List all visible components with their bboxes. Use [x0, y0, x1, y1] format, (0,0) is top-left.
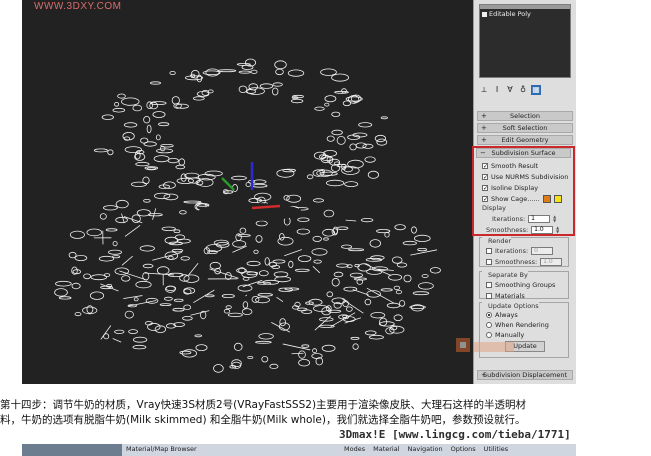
- modifier-item-label: Editable Poly: [489, 10, 531, 18]
- material-editor-menubar: Modes Material Navigation Options Utilit…: [344, 445, 508, 453]
- show-end-result-icon[interactable]: Ⅰ: [492, 85, 502, 95]
- display-smoothness-row: Smoothness: 1.0 ▲ ▼: [486, 224, 561, 234]
- modifier-item-editable-poly[interactable]: Editable Poly: [480, 9, 570, 19]
- subdivision-surface-highlight: − Subdivision Surface ✓ Smooth Result ✓ …: [472, 146, 575, 236]
- checkbox-checked-icon: ✓: [482, 184, 489, 192]
- render-group: Render Iterations: 0 Smoothness: 1.0: [479, 237, 569, 267]
- watermark-top: WWW.3DXY.COM: [34, 1, 122, 12]
- display-iterations-row: Iterations: 1 ▲ ▼: [492, 213, 558, 223]
- article-caption: 第十四步：调节牛奶的材质，Vray快速3S材质2号(VRayFastSSS2)主…: [0, 398, 651, 428]
- cage-color-swatch-2[interactable]: [553, 194, 562, 203]
- render-iterations-spinner[interactable]: 0: [531, 246, 554, 255]
- expand-icon: +: [481, 112, 487, 120]
- checkbox-unchecked-icon: [486, 281, 492, 288]
- make-unique-icon[interactable]: ∀: [505, 85, 515, 95]
- strip-dark-area: [22, 444, 122, 456]
- material-browser-title: Material/Map Browser: [126, 445, 197, 453]
- show-cage-checkbox[interactable]: ✓ Show Cage......: [478, 193, 573, 204]
- rollout-selection[interactable]: + Selection: [477, 111, 573, 121]
- update-always-radio[interactable]: Always: [480, 310, 549, 320]
- isoline-display-checkbox[interactable]: ✓ Isoline Display: [478, 182, 573, 193]
- radio-unselected-icon: [486, 322, 492, 328]
- perspective-viewport[interactable]: [22, 0, 473, 384]
- display-iterations-spinner[interactable]: 1: [528, 214, 551, 223]
- separate-by-group: Separate By Smoothing Groups Materials: [479, 271, 569, 301]
- render-iterations-row: Iterations: 0: [482, 245, 562, 256]
- rollout-soft-selection[interactable]: + Soft Selection: [477, 123, 573, 133]
- spinner-arrows-icon[interactable]: ▲ ▼: [553, 214, 558, 223]
- rollout-subdivision-surface[interactable]: − Subdivision Surface: [476, 148, 571, 158]
- expand-icon: +: [481, 371, 487, 379]
- menu-navigation[interactable]: Navigation: [408, 445, 443, 453]
- render-smoothness-row: Smoothness: 1.0: [482, 256, 563, 267]
- stack-toolbar: ⟂ Ⅰ ∀ ♁ ▦: [479, 84, 571, 96]
- radio-selected-icon: [486, 312, 492, 318]
- rollout-subdivision-displacement[interactable]: + Subdivision Displacement: [477, 370, 573, 380]
- display-group-label: Display: [482, 204, 506, 212]
- materials-checkbox[interactable]: Materials: [482, 290, 555, 301]
- watermark-bottom: 3Dmax!E [www.lingcg.com/tieba/1771]: [339, 428, 571, 441]
- collapse-icon: −: [480, 149, 486, 157]
- checkbox-checked-icon: ✓: [482, 173, 489, 181]
- checkbox-checked-icon: ✓: [482, 195, 489, 203]
- render-iterations-checkbox[interactable]: [486, 247, 492, 254]
- menu-material[interactable]: Material: [373, 445, 399, 453]
- spinner-arrows-icon[interactable]: ▲ ▼: [556, 225, 561, 234]
- use-nurms-checkbox[interactable]: ✓ Use NURMS Subdivision: [478, 171, 573, 182]
- wireframe-mesh: [54, 58, 441, 373]
- configure-sets-icon[interactable]: ▦: [531, 85, 541, 95]
- caption-line-1: 第十四步：调节牛奶的材质，Vray快速3S材质2号(VRayFastSSS2)主…: [0, 399, 527, 411]
- rollout-edit-geometry[interactable]: + Edit Geometry: [477, 135, 573, 145]
- smoothing-groups-checkbox[interactable]: Smoothing Groups: [482, 279, 555, 290]
- caption-line-2: 料，牛奶的选项有脱脂牛奶(Milk skimmed) 和全脂牛奶(Milk wh…: [0, 414, 526, 426]
- render-smoothness-spinner[interactable]: 1.0: [540, 257, 563, 266]
- render-smoothness-checkbox[interactable]: [486, 258, 492, 265]
- remove-modifier-icon[interactable]: ♁: [518, 85, 528, 95]
- menu-options[interactable]: Options: [451, 445, 476, 453]
- pin-stack-icon[interactable]: ⟂: [479, 85, 489, 95]
- modifier-stack[interactable]: Editable Poly: [479, 4, 571, 78]
- checkbox-checked-icon: ✓: [482, 162, 489, 170]
- expand-icon: +: [481, 136, 487, 144]
- smooth-result-checkbox[interactable]: ✓ Smooth Result: [478, 160, 573, 171]
- menu-utilities[interactable]: Utilities: [484, 445, 508, 453]
- modifier-bullet-icon: [482, 11, 487, 17]
- update-when-rendering-radio[interactable]: When Rendering: [480, 320, 549, 330]
- menu-modes[interactable]: Modes: [344, 445, 365, 453]
- display-smoothness-spinner[interactable]: 1.0: [531, 225, 554, 234]
- checkbox-unchecked-icon: [486, 292, 492, 299]
- next-screenshot-strip: Material/Map Browser Modes Material Navi…: [22, 444, 576, 456]
- expand-icon: +: [481, 124, 487, 132]
- cage-color-swatch-1[interactable]: [542, 194, 551, 203]
- site-logo-icon: [456, 338, 514, 352]
